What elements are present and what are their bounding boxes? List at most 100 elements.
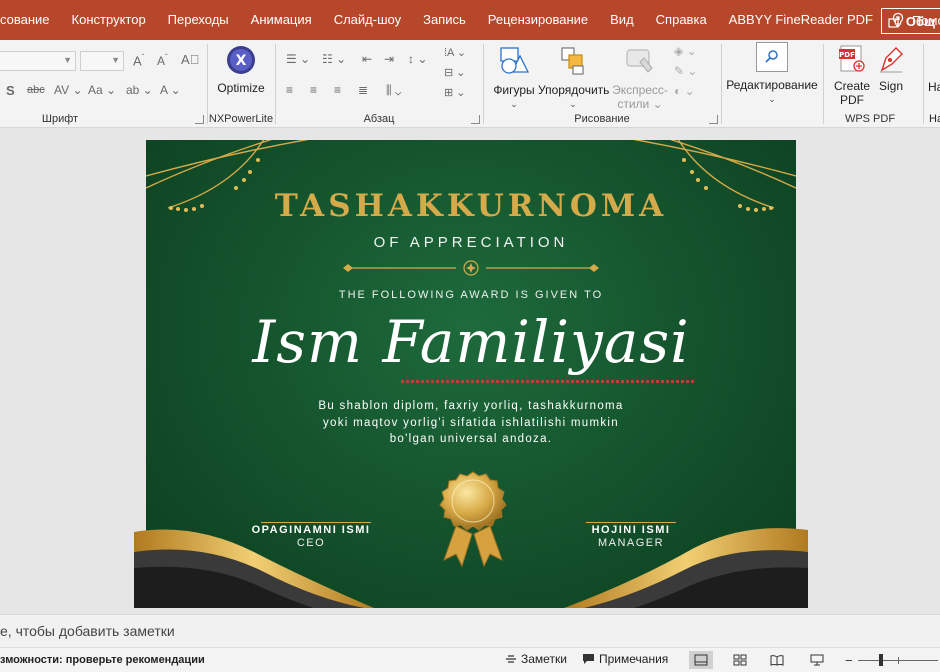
slide-sorter-button[interactable] <box>728 651 752 669</box>
next-group-button-label[interactable]: На <box>928 80 940 94</box>
create-pdf-button[interactable]: PDF Create PDF <box>830 44 874 107</box>
notes-button[interactable]: Заметки <box>505 652 567 666</box>
drawing-dialog-launcher[interactable] <box>709 115 718 124</box>
shapes-button[interactable]: Фигуры ⌄ <box>490 44 538 111</box>
strikethrough-icon[interactable]: abc <box>27 84 45 96</box>
arrange-icon <box>561 47 584 75</box>
comment-icon <box>583 654 594 664</box>
chevron-down-icon: ⌄ <box>510 99 518 109</box>
arrange-button[interactable]: Упорядочить ⌄ <box>538 44 609 111</box>
nxpowerlite-group: X Optimize NXPowerLite <box>208 40 274 128</box>
shapes-icon <box>500 47 530 74</box>
numbering-icon[interactable]: ☷ ⌄ <box>322 52 346 66</box>
quick-styles-label-2: стили <box>617 97 650 111</box>
ribbon-separator <box>923 44 924 124</box>
comments-button[interactable]: Примечания <box>582 652 668 666</box>
decrease-font-icon[interactable]: Aˇ <box>157 53 168 68</box>
tab-abbyy[interactable]: ABBYY FineReader PDF <box>718 0 884 40</box>
menu-bar: сование Конструктор Переходы Анимация Сл… <box>0 0 940 40</box>
reading-view-button[interactable] <box>765 651 789 669</box>
font-size-combo[interactable]: ▼ <box>80 51 124 71</box>
recipient-name[interactable]: Ism Familiyasi <box>146 308 796 376</box>
shadow-icon[interactable]: S <box>6 83 15 98</box>
font-group-label: Шрифт <box>41 113 79 125</box>
sign-pen-icon <box>880 47 903 73</box>
certificate-description[interactable]: Bu shablon diplom, faxriy yorliq, tashak… <box>146 398 796 448</box>
sign-button[interactable]: Sign <box>874 44 908 93</box>
align-right-icon[interactable]: ≡ <box>334 83 341 97</box>
columns-icon[interactable]: ⫼ ⌄ <box>386 83 401 98</box>
nxpowerlite-icon: X <box>227 46 255 74</box>
text-direction-icon[interactable]: ⁞A ⌄ <box>444 46 466 59</box>
create-pdf-label-1: Create <box>833 79 871 93</box>
normal-view-icon <box>694 654 708 666</box>
notes-pane[interactable]: е, чтобы добавить заметки <box>0 614 940 647</box>
tab-slideshow[interactable]: Слайд-шоу <box>323 0 412 40</box>
slideshow-button[interactable] <box>805 651 829 669</box>
slide-sorter-icon <box>733 654 747 666</box>
increase-indent-icon[interactable]: ⇥ <box>384 52 394 66</box>
notes-icon <box>506 655 516 663</box>
create-pdf-icon: PDF <box>839 45 865 72</box>
font-color-icon[interactable]: A ⌄ <box>160 83 181 97</box>
tab-help[interactable]: Справка <box>645 0 718 40</box>
magnifier-glyph <box>765 50 778 63</box>
tab-draw[interactable]: сование <box>0 0 61 40</box>
tab-transitions[interactable]: Переходы <box>157 0 240 40</box>
clear-formatting-icon[interactable]: A⃠ <box>181 52 199 67</box>
decrease-indent-icon[interactable]: ⇤ <box>362 52 372 66</box>
quick-styles-button[interactable]: Экспресс- стили ⌄ <box>608 44 672 111</box>
notes-button-label: Заметки <box>521 652 567 666</box>
quick-styles-label-row: стили ⌄ <box>617 97 663 111</box>
zoom-slider-thumb[interactable] <box>879 654 883 666</box>
tab-review[interactable]: Рецензирование <box>477 0 599 40</box>
shapes-label: Фигуры <box>493 83 535 97</box>
share-button[interactable]: Общ <box>880 8 940 34</box>
normal-view-button[interactable] <box>689 651 713 669</box>
justify-icon[interactable]: ≣ <box>358 83 368 97</box>
tab-animations[interactable]: Анимация <box>240 0 323 40</box>
chevron-down-icon: ⌄ <box>768 94 776 104</box>
slide-editing-area[interactable]: TASHAKKURNOMA OF APPRECIATION THE FOLLOW… <box>0 128 940 614</box>
line-spacing-icon[interactable]: ↕ ⌄ <box>408 52 427 66</box>
accessibility-status[interactable]: зможности: проверьте рекомендации <box>0 654 205 666</box>
shape-fill-icon[interactable]: ◈ ⌄ <box>674 44 697 58</box>
certificate-subtitle[interactable]: OF APPRECIATION <box>146 234 796 251</box>
paragraph-dialog-launcher[interactable] <box>471 115 480 124</box>
tab-design[interactable]: Конструктор <box>61 0 157 40</box>
comments-button-label: Примечания <box>599 652 669 666</box>
optimize-label: Optimize <box>217 81 265 95</box>
shape-outline-icon[interactable]: ✎ ⌄ <box>674 64 697 78</box>
align-text-icon[interactable]: ⊟ ⌄ <box>444 66 466 79</box>
character-spacing-icon[interactable]: AV ⌄ <box>54 83 83 97</box>
change-case-icon[interactable]: Aa ⌄ <box>88 83 116 97</box>
highlight-icon[interactable]: ab ⌄ <box>126 83 153 97</box>
description-line-1: Bu shablon diplom, faxriy yorliq, tashak… <box>318 400 624 412</box>
editing-label: Редактирование <box>726 78 818 92</box>
status-bar: зможности: проверьте рекомендации Заметк… <box>0 647 940 672</box>
drawing-group: Фигуры ⌄ Упорядочить ⌄ Экспресс- стили ⌄… <box>484 40 720 128</box>
font-dialog-launcher[interactable] <box>195 115 204 124</box>
wps-pdf-group-label: WPS PDF <box>844 113 896 125</box>
certificate-title[interactable]: TASHAKKURNOMA <box>146 188 796 224</box>
share-icon <box>888 15 900 28</box>
zoom-out-icon[interactable]: − <box>845 653 853 668</box>
smartart-icon[interactable]: ⊞ ⌄ <box>444 86 466 99</box>
font-name-combo[interactable]: ▼ <box>0 51 76 71</box>
bullets-icon[interactable]: ☰ ⌄ <box>286 52 310 66</box>
slideshow-icon <box>810 654 824 666</box>
quick-styles-label-1: Экспресс- <box>612 83 668 97</box>
tab-view[interactable]: Вид <box>599 0 645 40</box>
optimize-button[interactable]: X Optimize <box>208 44 274 95</box>
chevron-down-icon: ▼ <box>63 55 72 65</box>
pdf-badge-text: PDF <box>839 51 855 59</box>
increase-font-icon[interactable]: Aˆ <box>133 53 144 68</box>
zoom-slider-tick <box>898 657 899 664</box>
editing-button[interactable]: Редактирование ⌄ <box>722 42 822 106</box>
align-center-icon[interactable]: ≡ <box>310 83 317 97</box>
shape-effects-icon[interactable]: ◐ ⌄ <box>674 84 695 98</box>
tab-record[interactable]: Запись <box>412 0 477 40</box>
award-given-text[interactable]: THE FOLLOWING AWARD IS GIVEN TO <box>146 289 796 301</box>
ribbon: ▼ ▼ Aˆ Aˇ A⃠ S abc AV ⌄ Aa ⌄ ab ⌄ A ⌄ Шр… <box>0 40 940 128</box>
align-left-icon[interactable]: ≡ <box>286 83 293 97</box>
